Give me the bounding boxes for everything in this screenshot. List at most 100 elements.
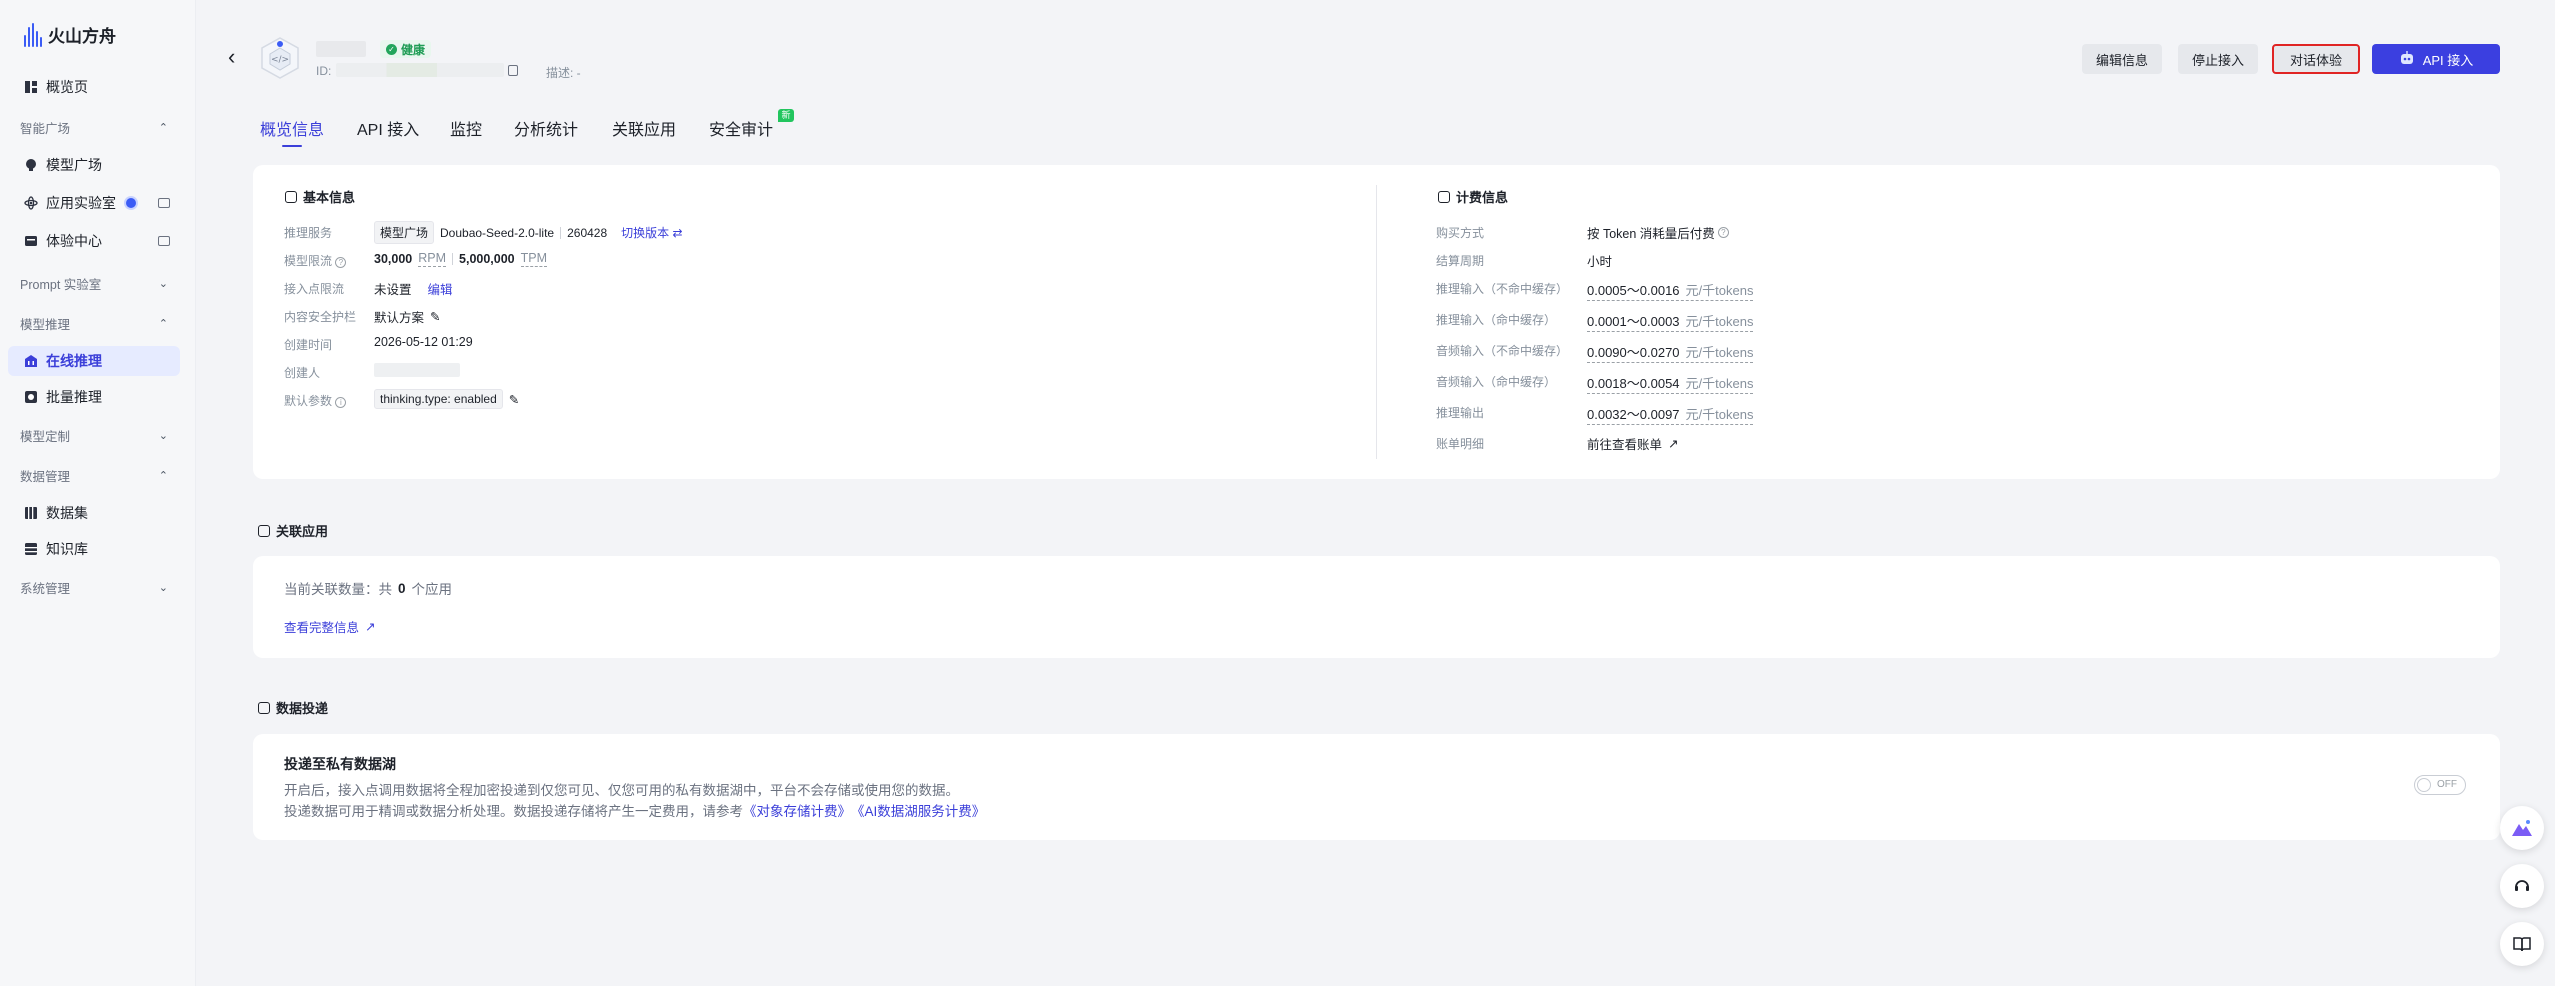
sidebar-group-smart-square[interactable]: 智能广场 ⌃ (20, 116, 168, 138)
sidebar-item-app-lab[interactable]: 应用实验室 (8, 188, 180, 218)
description: 描述: - (546, 66, 581, 80)
group-label: Prompt 实验室 (20, 277, 102, 292)
active-tab-indicator (282, 145, 302, 147)
tab-api-access[interactable]: API 接入 (357, 116, 419, 140)
edit-pencil-icon[interactable]: ✎ (430, 309, 440, 324)
tab-related-apps[interactable]: 关联应用 (612, 116, 676, 140)
box-icon (24, 234, 38, 248)
view-full-info-link[interactable]: 查看完整信息 ↗ (284, 617, 376, 636)
tab-analytics[interactable]: 分析统计 (514, 116, 578, 140)
stop-access-button[interactable]: 停止接入 (2178, 44, 2258, 74)
oss-billing-link[interactable]: 《对象存储计费》 (743, 800, 851, 820)
service-value: 模型广场 Doubao-Seed-2.0-lite 260428 切换版本 ⇄ (374, 221, 683, 244)
billing-unit: 元/千tokens (1685, 314, 1754, 329)
card-divider (1376, 185, 1377, 459)
sidebar-group-prompt-lab[interactable]: Prompt 实验室 ⌄ (20, 272, 168, 294)
sidebar-item-label: 模型广场 (46, 157, 102, 173)
delivery-subtitle: 投递至私有数据湖 (284, 756, 396, 772)
help-icon[interactable]: ? (1717, 227, 1729, 238)
headset-icon (2515, 880, 2529, 891)
billing-label: 推理输入（命中缓存） (1436, 313, 1557, 327)
model-logo-icon: </> (256, 34, 304, 82)
hexagon-icon (1438, 190, 1450, 203)
billing-price: 0.0018～0.0054 (1587, 376, 1680, 391)
related-count: 当前关联数量：共 0 个应用 (284, 578, 452, 598)
tpm-value: 5,000,000 (459, 252, 515, 266)
toggle-label: OFF (2437, 779, 2457, 790)
chat-experience-button[interactable]: 对话体验 (2272, 44, 2360, 74)
new-dot-indicator (126, 198, 136, 208)
chevron-up-icon: ⌃ (158, 317, 168, 330)
edit-info-button[interactable]: 编辑信息 (2082, 44, 2162, 74)
count-prefix: 当前关联数量：共 (284, 582, 392, 597)
chevron-down-icon: ⌄ (158, 277, 168, 290)
billing-unit: 元/千tokens (1685, 345, 1754, 360)
group-label: 系统管理 (20, 581, 71, 596)
billing-label: 推理输入（不命中缓存） (1436, 282, 1569, 296)
sidebar-item-batch-inference[interactable]: 批量推理 (8, 382, 180, 412)
ai-assistant-button[interactable] (2500, 806, 2544, 850)
sidebar-item-label: 概览页 (46, 79, 88, 95)
tab-monitor[interactable]: 监控 (450, 116, 482, 140)
svg-text:</>: </> (271, 55, 289, 65)
switch-version-link[interactable]: 切换版本 ⇄ (621, 224, 682, 241)
sidebar-group-data-management[interactable]: 数据管理 ⌃ (20, 464, 168, 486)
database-icon (24, 542, 38, 556)
sidebar-group-system[interactable]: 系统管理 ⌄ (20, 576, 168, 598)
delivery-toggle[interactable]: OFF (2414, 775, 2466, 795)
back-arrow-icon[interactable]: ‹ (228, 46, 244, 68)
limit-label-text: 模型限流 (284, 254, 333, 268)
ai-datalake-billing-link[interactable]: 《AI数据湖服务计费》 (851, 800, 985, 820)
link-text: 查看完整信息 (284, 621, 360, 635)
sidebar-item-knowledge-base[interactable]: 知识库 (8, 534, 180, 564)
billing-title: 计费信息 (1438, 187, 1508, 206)
book-icon (2513, 937, 2531, 952)
group-label: 数据管理 (20, 469, 71, 484)
related-apps-card (253, 556, 2500, 658)
view-bill-link[interactable]: 前往查看账单 ↗ (1587, 434, 1679, 453)
delivery-desc-line2: 投递数据可用于精调或数据分析处理。数据投递存储将产生一定费用，请参考 《对象存储… (284, 800, 985, 820)
support-button[interactable] (2500, 864, 2544, 908)
external-link-icon: ↗ (1668, 437, 1679, 451)
billing-unit: 元/千tokens (1685, 283, 1754, 298)
sidebar-group-model-inference[interactable]: 模型推理 ⌃ (20, 312, 168, 334)
mountain-icon (2512, 820, 2532, 836)
tab-security-audit[interactable]: 安全审计 (709, 116, 773, 140)
endpoint-limit-edit-link[interactable]: 编辑 (428, 279, 453, 298)
chevron-down-icon: ⌄ (158, 581, 168, 594)
count-suffix: 个应用 (411, 582, 453, 597)
billing-value: 0.0090～0.0270 元/千tokens (1587, 342, 1754, 363)
sidebar-item-model-square[interactable]: 模型广场 (8, 150, 180, 180)
tab-overview[interactable]: 概览信息 (260, 116, 324, 140)
billing-value-text: 按 Token 消耗量后付费 (1587, 227, 1715, 241)
billing-price: 0.0032～0.0097 (1587, 407, 1680, 422)
sidebar-group-model-custom[interactable]: 模型定制 ⌄ (20, 424, 168, 446)
api-button-label: API 接入 (2422, 52, 2474, 68)
info-icon[interactable]: i (335, 397, 347, 408)
copy-icon[interactable] (508, 65, 518, 76)
api-access-button[interactable]: API 接入 (2372, 44, 2500, 74)
help-icon[interactable]: ? (335, 257, 347, 268)
dashboard-icon (24, 80, 38, 94)
sidebar-item-overview[interactable]: 概览页 (8, 72, 180, 102)
endpoint-limit-label: 接入点限流 (284, 282, 345, 296)
batch-icon (24, 390, 38, 404)
sidebar: 火山方舟 概览页 智能广场 ⌃ 模型广场 应用实验室 体验中心 Prompt 实… (0, 0, 196, 986)
bulb-icon (24, 158, 38, 172)
sidebar-item-experience-center[interactable]: 体验中心 (8, 226, 180, 256)
sidebar-item-label: 在线推理 (46, 353, 102, 369)
docs-button[interactable] (2500, 922, 2544, 966)
status-badge: ✓ 健康 (380, 40, 432, 58)
delivery-desc-line1: 开启后，接入点调用数据将全程加密投递到仅您可见、仅您可用的私有数据湖中，平台不会… (284, 783, 959, 798)
billing-price: 0.0090～0.0270 (1587, 345, 1680, 360)
sidebar-item-online-inference[interactable]: 在线推理 (8, 346, 180, 376)
edit-pencil-icon[interactable]: ✎ (509, 392, 519, 407)
app-logo[interactable]: 火山方舟 (24, 22, 116, 47)
dataset-icon (24, 506, 38, 520)
sidebar-item-datasets[interactable]: 数据集 (8, 498, 180, 528)
divider (452, 253, 454, 265)
count-value: 0 (398, 580, 406, 596)
endpoint-name-redacted (316, 41, 366, 57)
guard-label: 内容安全护栏 (284, 310, 357, 324)
chevron-up-icon: ⌃ (158, 121, 168, 134)
